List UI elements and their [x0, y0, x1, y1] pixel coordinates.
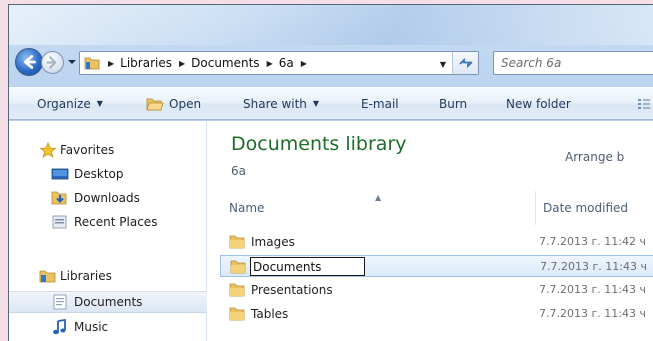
new-folder-label: New folder	[506, 96, 571, 111]
sort-ascending-icon: ▲	[375, 193, 382, 202]
file-row[interactable]: Images 7.7.2013 г. 11:42 ч	[220, 231, 653, 253]
burn-label: Burn	[439, 96, 468, 111]
organize-label: Organize	[37, 96, 91, 111]
nav-documents[interactable]: Documents	[9, 291, 207, 313]
share-with-label: Share with	[243, 96, 307, 111]
libraries-icon	[39, 270, 56, 283]
file-name: Images	[251, 235, 295, 249]
open-folder-icon	[146, 98, 164, 110]
nav-label: Desktop	[74, 167, 124, 181]
column-divider[interactable]	[535, 191, 536, 225]
nav-label: Music	[74, 320, 109, 334]
file-row[interactable]: Tables 7.7.2013 г. 11:43 ч	[220, 303, 653, 325]
nav-music[interactable]: Music	[9, 316, 207, 338]
file-row[interactable]: Presentations 7.7.2013 г. 11:43 ч	[220, 279, 653, 301]
breadcrumb-6a[interactable]: ▶ 6a ▶	[260, 52, 313, 74]
nav-label: Libraries	[60, 269, 112, 283]
breadcrumb-label: Libraries	[120, 56, 172, 70]
chevron-right-icon: ▶	[178, 58, 186, 68]
file-date: 7.7.2013 г. 11:43 ч	[540, 260, 647, 273]
open-button[interactable]: Open	[146, 88, 201, 119]
refresh-button[interactable]	[452, 52, 478, 74]
organize-button[interactable]: Organize ▼	[37, 88, 103, 119]
file-row-renaming[interactable]: 7.7.2013 г. 11:43 ч	[220, 255, 653, 277]
folder-icon	[230, 260, 246, 274]
nav-label: Recent Places	[74, 215, 158, 229]
nav-label: Documents	[74, 295, 143, 309]
view-grid-icon	[638, 98, 650, 109]
nav-libraries[interactable]: Libraries	[9, 265, 207, 287]
nav-desktop[interactable]: Desktop	[9, 163, 207, 185]
nav-downloads[interactable]: Downloads	[9, 187, 207, 209]
chevron-right-icon: ▶	[108, 58, 115, 68]
navigation-pane: Favorites Desktop Downloads Recent Place…	[9, 121, 207, 341]
recent-pages-dropdown-icon[interactable]	[67, 55, 77, 69]
file-list-pane: Documents library 6a Arrange b ▲ Name Da…	[208, 121, 653, 341]
command-bar: Organize ▼ Open Share with ▼ E-mail Burn…	[9, 87, 653, 120]
chevron-right-icon[interactable]: ▶	[301, 59, 307, 68]
search-input[interactable]	[501, 56, 651, 70]
explorer-window: ▶ Libraries ▶ Documents ▶ 6a ▶ ▼ Search …	[8, 4, 653, 341]
email-button[interactable]: E-mail	[361, 88, 399, 119]
file-date: 7.7.2013 г. 11:43 ч	[539, 283, 646, 296]
star-icon	[39, 142, 57, 158]
burn-button[interactable]: Burn	[439, 88, 467, 119]
file-date: 7.7.2013 г. 11:42 ч	[539, 235, 646, 248]
documents-library-icon	[53, 294, 67, 310]
share-with-button[interactable]: Share with ▼	[243, 88, 319, 119]
nav-recent-places[interactable]: Recent Places	[9, 211, 207, 233]
nav-label: Favorites	[60, 143, 115, 157]
nav-favorites[interactable]: Favorites	[9, 139, 207, 161]
breadcrumb-libraries[interactable]: ▶ Libraries	[101, 52, 172, 74]
arrange-by-link[interactable]: Arrange b	[565, 150, 624, 164]
library-subtitle: 6a	[231, 164, 246, 178]
chevron-right-icon: ▶	[266, 58, 273, 68]
breadcrumb-label: Documents	[191, 56, 260, 70]
navigation-row: ▶ Libraries ▶ Documents ▶ 6a ▶ ▼	[13, 45, 653, 79]
search-box[interactable]	[493, 51, 653, 75]
chevron-down-icon: ▼	[312, 99, 320, 108]
window-chrome	[9, 5, 653, 45]
folder-icon	[229, 283, 245, 297]
new-folder-button[interactable]: New folder	[506, 88, 571, 119]
refresh-icon	[458, 57, 473, 69]
address-dropdown-icon[interactable]: ▼	[440, 60, 446, 69]
column-header-name[interactable]: Name	[229, 201, 264, 215]
nav-label: Downloads	[74, 191, 140, 205]
folder-icon	[84, 57, 100, 70]
recent-places-icon	[52, 215, 67, 229]
folder-icon	[229, 235, 245, 249]
open-label: Open	[169, 96, 202, 111]
forward-arrow-icon	[46, 56, 57, 69]
back-arrow-icon	[23, 55, 36, 69]
content-area: Favorites Desktop Downloads Recent Place…	[9, 121, 653, 341]
view-options-button[interactable]	[637, 88, 651, 119]
chevron-down-icon: ▼	[96, 99, 103, 108]
file-name: Presentations	[251, 283, 333, 297]
back-button[interactable]	[15, 48, 43, 76]
folder-icon	[229, 307, 245, 321]
library-title: Documents library	[231, 133, 407, 155]
column-header-date-modified[interactable]: Date modified	[543, 201, 628, 215]
forward-button[interactable]	[41, 51, 64, 74]
rename-input[interactable]	[250, 257, 365, 276]
email-label: E-mail	[361, 96, 399, 111]
address-bar[interactable]: ▶ Libraries ▶ Documents ▶ 6a ▶ ▼	[79, 51, 479, 75]
breadcrumb-documents[interactable]: ▶ Documents	[172, 52, 260, 74]
music-note-icon	[53, 319, 66, 335]
column-header-row: ▲ Name Date modified	[208, 191, 653, 225]
downloads-folder-icon	[51, 191, 67, 205]
desktop-icon	[51, 168, 69, 180]
breadcrumb-label: 6a	[278, 56, 294, 70]
file-date: 7.7.2013 г. 11:43 ч	[539, 307, 646, 320]
file-name: Tables	[251, 307, 289, 321]
